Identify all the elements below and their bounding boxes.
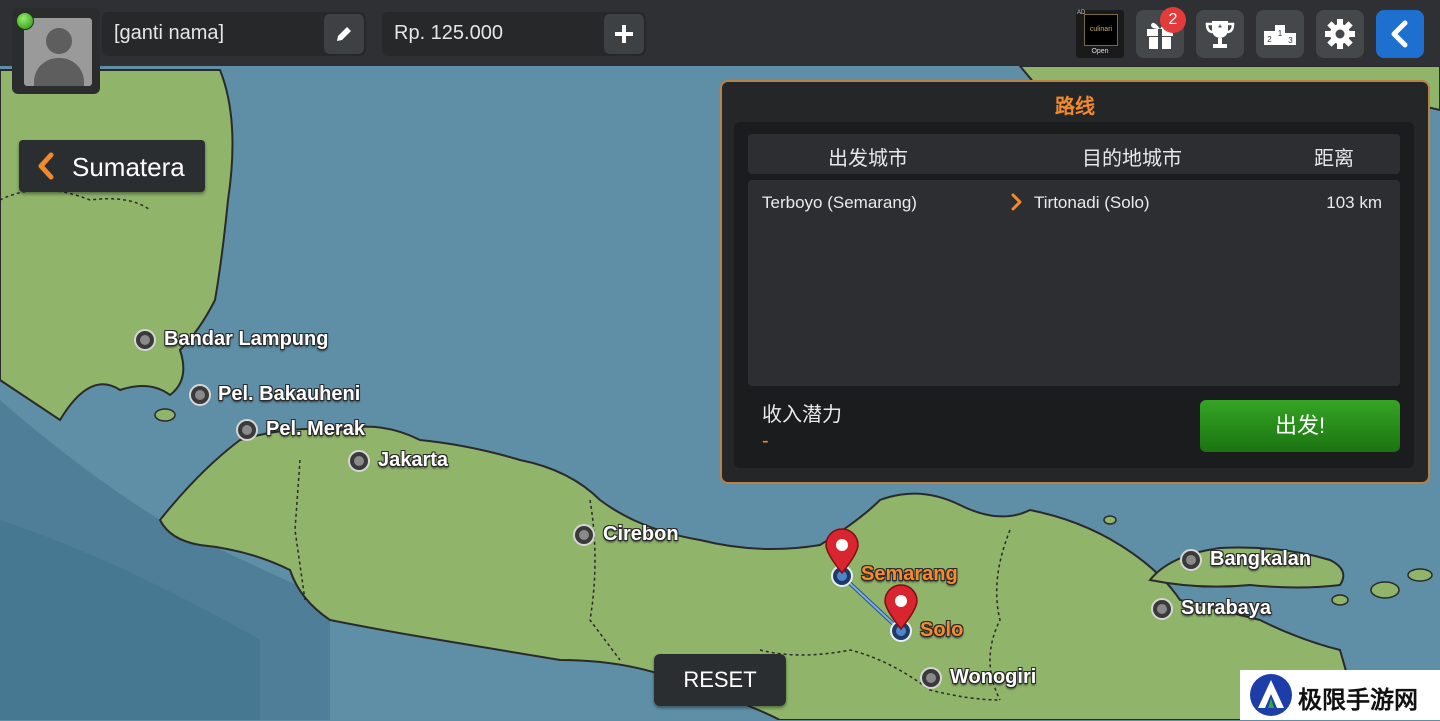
gear-icon bbox=[1325, 19, 1355, 49]
route-row[interactable]: Terboyo (Semarang) Tirtonadi (Solo) 103 … bbox=[748, 180, 1400, 224]
city-label-bandar-lampung: Bandar Lampung bbox=[164, 328, 329, 350]
svg-text:3: 3 bbox=[1288, 36, 1293, 45]
route-list: Terboyo (Semarang) Tirtonadi (Solo) 103 … bbox=[748, 180, 1400, 386]
player-name: [ganti nama] bbox=[114, 22, 225, 44]
city-dot-merak[interactable] bbox=[236, 419, 258, 441]
chevron-left-icon bbox=[38, 152, 54, 180]
route-panel: 路线 出发城市 目的地城市 距离 Terboyo (Semarang) Tirt… bbox=[720, 80, 1430, 484]
edit-name-button[interactable] bbox=[324, 14, 364, 54]
income-potential-value: - bbox=[762, 430, 769, 452]
svg-text:1: 1 bbox=[1278, 29, 1283, 38]
header-distance: 距离 bbox=[1314, 148, 1354, 170]
route-panel-body: 出发城市 目的地城市 距离 Terboyo (Semarang) Tirtona… bbox=[734, 122, 1414, 468]
header-from: 出发城市 bbox=[828, 148, 908, 170]
city-label-jakarta: Jakarta bbox=[378, 449, 449, 471]
city-label-bangkalan: Bangkalan bbox=[1210, 548, 1312, 570]
ad-logo: culinari bbox=[1084, 14, 1118, 46]
map-pin-icon-semarang[interactable] bbox=[823, 528, 861, 574]
city-label-solo: Solo bbox=[920, 619, 964, 641]
achievements-button[interactable] bbox=[1196, 10, 1244, 58]
avatar[interactable] bbox=[24, 18, 92, 86]
settings-button[interactable] bbox=[1316, 10, 1364, 58]
income-potential-label: 收入潜力 bbox=[762, 404, 842, 426]
reset-button[interactable]: RESET bbox=[654, 654, 786, 706]
back-icon bbox=[1391, 20, 1408, 48]
city-label-wonogiri: Wonogiri bbox=[950, 666, 1037, 688]
watermark-text: 极限手游网 bbox=[1298, 687, 1418, 714]
plus-icon bbox=[615, 25, 633, 43]
back-button[interactable] bbox=[1376, 10, 1424, 58]
city-dot-jakarta[interactable] bbox=[348, 450, 370, 472]
edit-icon bbox=[337, 27, 351, 41]
chevron-right-icon bbox=[1011, 193, 1022, 211]
ad-banner[interactable]: AD culinari Open bbox=[1076, 10, 1124, 58]
leaderboard-icon: 213 bbox=[1264, 25, 1296, 45]
route-panel-title: 路线 bbox=[1055, 96, 1095, 118]
route-to: Tirtonadi (Solo) bbox=[1034, 193, 1150, 212]
city-dot-cirebon[interactable] bbox=[573, 524, 595, 546]
header-to: 目的地城市 bbox=[1082, 148, 1182, 170]
route-table-header: 出发城市 目的地城市 距离 bbox=[748, 134, 1400, 174]
region-label: Sumatera bbox=[72, 152, 185, 182]
city-label-semarang: Semarang bbox=[861, 563, 958, 585]
city-label-surabaya: Surabaya bbox=[1181, 597, 1272, 619]
city-dot-surabaya[interactable] bbox=[1151, 598, 1173, 620]
trophy-icon bbox=[1205, 21, 1235, 48]
watermark: 极限手游网 bbox=[1240, 670, 1440, 720]
city-label-merak: Pel. Merak bbox=[266, 418, 365, 440]
route-distance: 103 km bbox=[1326, 193, 1382, 212]
city-dot-bangkalan[interactable] bbox=[1180, 549, 1202, 571]
route-from: Terboyo (Semarang) bbox=[762, 193, 917, 212]
gift-count-badge: 2 bbox=[1160, 7, 1186, 33]
online-status-icon bbox=[16, 12, 34, 30]
add-money-button[interactable] bbox=[604, 14, 644, 54]
map-pin-icon-solo[interactable] bbox=[882, 584, 920, 630]
money-amount: Rp. 125.000 bbox=[394, 22, 503, 44]
ad-open-label: Open bbox=[1091, 48, 1109, 55]
svg-text:2: 2 bbox=[1267, 35, 1272, 44]
city-label-bakauheni: Pel. Bakauheni bbox=[218, 383, 361, 405]
depart-button[interactable]: 出发! bbox=[1200, 400, 1400, 452]
leaderboard-button[interactable]: 213 bbox=[1256, 10, 1304, 58]
city-dot-bakauheni[interactable] bbox=[189, 384, 211, 406]
city-label-cirebon: Cirebon bbox=[603, 523, 679, 545]
region-back-button[interactable]: Sumatera bbox=[19, 140, 205, 192]
city-dot-bandar-lampung[interactable] bbox=[134, 329, 156, 351]
watermark-logo-icon bbox=[1250, 674, 1292, 716]
city-dot-wonogiri[interactable] bbox=[920, 667, 942, 689]
